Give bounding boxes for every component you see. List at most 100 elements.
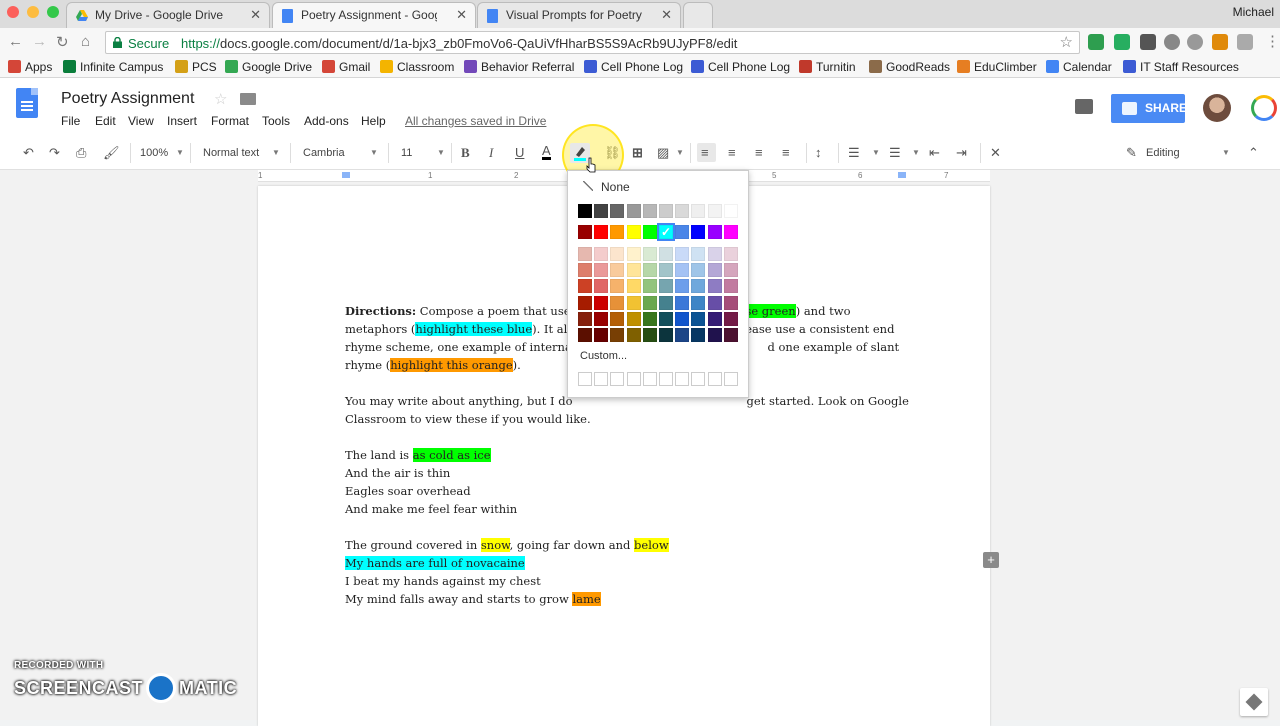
- minimize-window-button[interactable]: [27, 6, 39, 18]
- color-swatch[interactable]: [578, 263, 592, 278]
- color-swatch[interactable]: [723, 328, 738, 342]
- tab-poetry-assignment[interactable]: Poetry Assignment - Google Docs ✕: [272, 2, 476, 28]
- text-color-icon[interactable]: A: [542, 144, 551, 160]
- color-swatch[interactable]: [659, 263, 673, 278]
- custom-color-slot[interactable]: [626, 372, 641, 386]
- color-swatch[interactable]: [659, 247, 673, 261]
- close-tab-icon[interactable]: ✕: [250, 7, 261, 23]
- color-swatch[interactable]: [675, 295, 690, 310]
- color-swatch[interactable]: [707, 295, 722, 310]
- color-swatch[interactable]: [707, 247, 722, 261]
- color-swatch[interactable]: [691, 247, 706, 261]
- color-swatch[interactable]: [626, 311, 641, 326]
- insert-comment-icon[interactable]: ⊞: [632, 145, 643, 161]
- color-swatch[interactable]: [642, 247, 657, 261]
- italic-icon[interactable]: I: [489, 145, 493, 161]
- profile-name[interactable]: Michael: [1233, 5, 1274, 19]
- menu-view[interactable]: View: [128, 114, 154, 128]
- color-swatch[interactable]: [578, 204, 592, 218]
- bookmark-calendar[interactable]: Calendar: [1046, 60, 1112, 74]
- color-swatch[interactable]: [723, 225, 738, 239]
- align-center-icon[interactable]: ≡: [728, 145, 736, 160]
- color-swatch[interactable]: [594, 295, 609, 310]
- color-swatch[interactable]: [691, 295, 706, 310]
- color-swatch[interactable]: [594, 263, 609, 278]
- align-left-icon[interactable]: ≡: [701, 145, 709, 160]
- color-swatch[interactable]: [707, 225, 722, 239]
- print-icon[interactable]: ⎙: [76, 145, 86, 161]
- color-swatch[interactable]: [610, 328, 625, 342]
- color-swatch[interactable]: [659, 295, 673, 310]
- color-swatch[interactable]: [610, 263, 625, 278]
- color-swatch[interactable]: [594, 328, 609, 342]
- color-swatch[interactable]: [594, 225, 609, 239]
- close-window-button[interactable]: [7, 6, 19, 18]
- bookmark-gmail[interactable]: Gmail: [322, 60, 370, 74]
- align-right-icon[interactable]: ≡: [755, 145, 763, 160]
- custom-color-option[interactable]: Custom...: [580, 350, 627, 362]
- color-swatch[interactable]: [642, 225, 657, 239]
- custom-color-slot[interactable]: [675, 372, 690, 386]
- color-swatch[interactable]: [642, 328, 657, 342]
- color-swatch[interactable]: [675, 204, 690, 218]
- color-swatch[interactable]: [594, 279, 609, 294]
- font-select[interactable]: Cambria: [303, 147, 345, 159]
- bookmark-google-drive[interactable]: Google Drive: [225, 60, 312, 74]
- extension-icon[interactable]: [1212, 34, 1228, 50]
- extension-icon[interactable]: [1187, 34, 1203, 50]
- color-swatch[interactable]: [642, 279, 657, 294]
- chevron-up-icon[interactable]: ⌃: [1248, 145, 1259, 161]
- bookmark-goodreads[interactable]: GoodReads: [869, 60, 950, 74]
- color-swatch[interactable]: [659, 328, 673, 342]
- extension-icon[interactable]: [1164, 34, 1180, 50]
- comments-icon[interactable]: [1075, 99, 1093, 114]
- menu-add-ons[interactable]: Add-ons: [304, 114, 349, 128]
- close-tab-icon[interactable]: ✕: [456, 7, 467, 23]
- color-swatch[interactable]: [707, 279, 722, 294]
- color-swatch[interactable]: [594, 311, 609, 326]
- font-size-select[interactable]: 11: [401, 147, 412, 159]
- color-swatch[interactable]: [723, 263, 738, 278]
- save-status[interactable]: All changes saved in Drive: [405, 114, 546, 128]
- color-swatch[interactable]: [691, 279, 706, 294]
- color-swatch[interactable]: [659, 311, 673, 326]
- color-swatch[interactable]: [659, 279, 673, 294]
- bookmark-star-icon[interactable]: ☆: [1060, 33, 1073, 51]
- insert-image-icon[interactable]: ▨: [657, 145, 669, 161]
- close-tab-icon[interactable]: ✕: [661, 7, 672, 23]
- menu-file[interactable]: File: [61, 114, 80, 128]
- clear-formatting-icon[interactable]: ✕: [990, 145, 1001, 161]
- custom-color-slot[interactable]: [610, 372, 625, 386]
- extension-icon[interactable]: [1237, 34, 1253, 50]
- bookmark-infinite-campus[interactable]: Infinite Campus: [63, 60, 163, 74]
- custom-color-slot[interactable]: [578, 372, 592, 386]
- google-docs-logo[interactable]: [16, 88, 38, 118]
- color-swatch[interactable]: [578, 328, 592, 342]
- color-swatch[interactable]: [594, 247, 609, 261]
- extension-icon[interactable]: [1114, 34, 1130, 50]
- share-button[interactable]: SHARE: [1111, 94, 1187, 123]
- color-swatch[interactable]: [659, 204, 673, 218]
- color-swatch[interactable]: [594, 204, 609, 218]
- color-swatch[interactable]: [642, 295, 657, 310]
- bookmark-classroom[interactable]: Classroom: [380, 60, 454, 74]
- bookmark-cell-phone-log[interactable]: Cell Phone Log: [584, 60, 683, 74]
- custom-color-slot[interactable]: [723, 372, 738, 386]
- back-arrow-icon[interactable]: ←: [8, 33, 23, 50]
- menu-tools[interactable]: Tools: [262, 114, 290, 128]
- undo-icon[interactable]: ↶: [23, 145, 34, 161]
- color-swatch[interactable]: [578, 247, 592, 261]
- color-swatch[interactable]: [707, 263, 722, 278]
- color-swatch[interactable]: [675, 279, 690, 294]
- color-swatch[interactable]: [723, 279, 738, 294]
- color-swatch[interactable]: [626, 295, 641, 310]
- color-swatch[interactable]: [723, 204, 738, 218]
- star-icon[interactable]: ☆: [214, 90, 227, 108]
- color-swatch[interactable]: [626, 225, 641, 239]
- tab-my-drive[interactable]: My Drive - Google Drive ✕: [66, 2, 270, 28]
- avatar[interactable]: [1203, 94, 1231, 122]
- bookmark-it-staff-resources[interactable]: IT Staff Resources: [1123, 60, 1239, 74]
- color-swatch[interactable]: [707, 204, 722, 218]
- color-swatch[interactable]: [675, 247, 690, 261]
- color-swatch[interactable]: [642, 263, 657, 278]
